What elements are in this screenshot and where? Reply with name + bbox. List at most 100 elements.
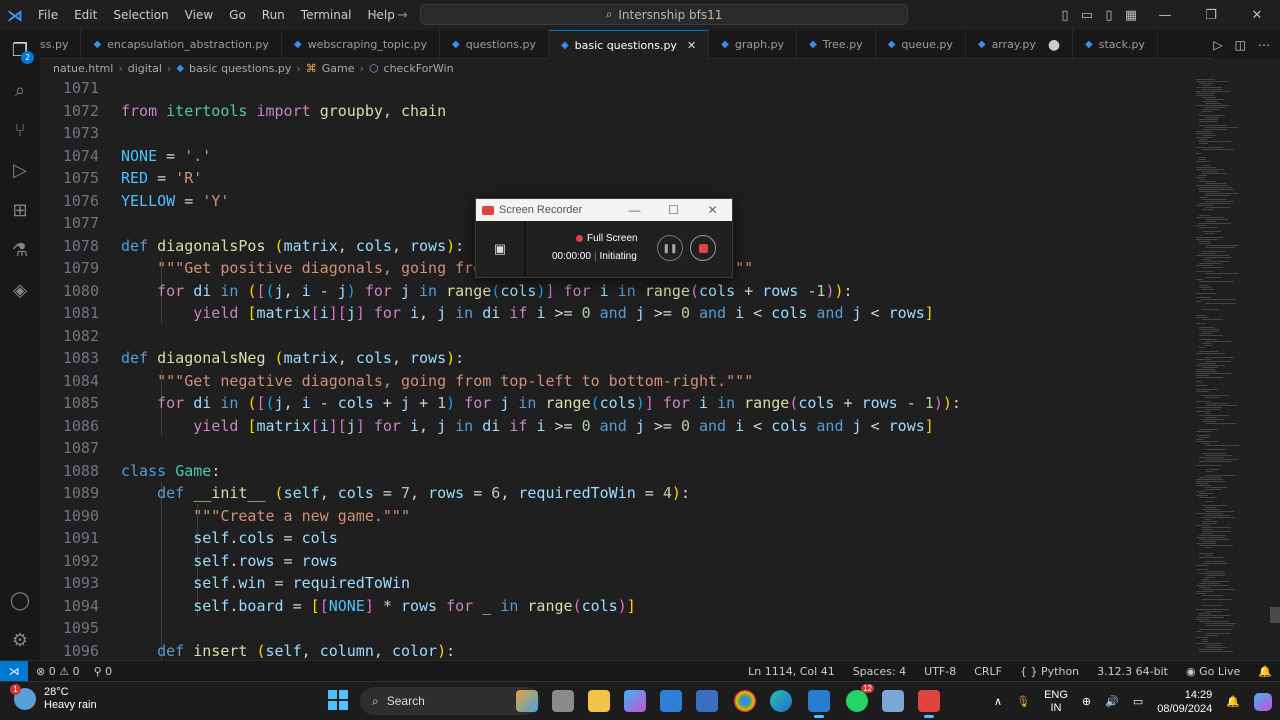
line-number: 1073 [62,124,99,142]
mail-icon[interactable] [660,690,682,712]
whatsapp-icon[interactable]: 12 [846,684,874,712]
go-live-button[interactable]: ◉ Go Live [1186,665,1240,678]
accounts-icon[interactable]: ◯ [0,580,40,620]
pause-button[interactable]: ❚❚ [657,235,683,261]
source-control-icon[interactable]: ⑂ [0,110,40,150]
start-button[interactable] [328,690,348,710]
toggle-panel-icon[interactable]: ▭ [1076,8,1098,23]
problems-indicator[interactable]: ⊗ 0 ⚠ 0 [36,665,80,678]
minimap-line [1199,363,1216,364]
restore-icon[interactable]: ❐ [1188,8,1234,23]
input-language[interactable]: ENG IN [1044,689,1068,715]
tab-stack[interactable]: ◆ stack.py [1073,30,1158,59]
open-folder-icon[interactable]: ▣ [476,221,526,277]
network-icon[interactable]: ⊕ [1082,695,1091,708]
back-arrow-icon[interactable]: ← [372,8,383,23]
tab-graph[interactable]: ◆ graph.py [709,30,798,59]
testing-icon[interactable]: ⚗ [0,230,40,270]
language-mode[interactable]: { } Python [1020,665,1079,678]
chrome-icon[interactable] [734,690,756,712]
encoding[interactable]: UTF-8 [924,665,956,678]
toggle-primary-sidebar-icon[interactable]: ▯ [1054,8,1076,23]
menu-go[interactable]: Go [221,0,254,30]
minimap-line [1205,625,1234,626]
python-icon[interactable]: ◈ [0,270,40,310]
breadcrumb-item[interactable]: basic questions.py [189,62,291,75]
vscode-taskbar-icon[interactable] [808,690,830,718]
notification-bell-icon[interactable]: 🔔 [1226,695,1240,708]
store-icon[interactable] [696,690,718,712]
minimap-line [1205,397,1220,398]
menu-file[interactable]: File [30,0,66,30]
toggle-secondary-sidebar-icon[interactable]: ▯ [1098,8,1120,23]
breadcrumb-item[interactable]: digital [128,62,162,75]
forward-arrow-icon[interactable]: → [397,8,408,23]
customize-layout-icon[interactable]: ▦ [1120,8,1142,23]
menu-selection[interactable]: Selection [105,0,176,30]
ports-indicator[interactable]: ⚲ 0 [94,665,113,678]
tab-encapsulation-abstraction[interactable]: ◆ encapsulation_abstraction.py [81,30,282,59]
minimap-line [1196,147,1223,148]
minimap-line [1199,241,1211,242]
taskbar-search[interactable]: ⌕ Search [360,687,540,715]
recording-mode[interactable]: Full Screen [576,233,638,244]
menu-view[interactable]: View [177,0,221,30]
command-center-search[interactable]: ⌕ Intersnship bfs11 [420,4,908,25]
tab-questions[interactable]: ◆ questions.py [440,30,549,59]
battery-icon[interactable]: ▭ [1133,695,1143,708]
breadcrumb-item[interactable]: Game [322,62,355,75]
widgets-icon[interactable] [516,690,538,712]
copilot-tray-icon[interactable] [1254,692,1272,711]
minimap[interactable] [1190,77,1280,660]
copilot-icon[interactable] [624,690,646,712]
stop-button[interactable] [690,235,716,261]
code-editor[interactable]: 1071 1072 from itertools import groupby, … [40,77,1190,660]
minimap-line [1202,521,1218,522]
run-debug-icon[interactable]: ▷ [0,150,40,190]
close-icon[interactable]: ✕ [693,203,732,217]
edge-icon[interactable] [770,690,792,712]
python-interpreter[interactable]: 3.12.3 64-bit [1097,665,1168,678]
microphone-icon[interactable]: 🎙 [1016,695,1030,708]
clock[interactable]: 14:29 08/09/2024 [1157,688,1212,716]
close-icon[interactable]: ✕ [1234,8,1280,23]
search-icon[interactable]: ⌕ [0,70,40,110]
line-ending[interactable]: CRLF [974,665,1002,678]
weather-widget[interactable]: 1 28°C Heavy rain [10,684,97,712]
explorer-icon[interactable]: ❐ 2 [0,30,40,70]
tab-ss[interactable]: ss.py [40,30,82,59]
tab-close-icon[interactable]: ✕ [687,39,696,52]
more-actions-icon[interactable]: ⋯ [1258,38,1270,52]
breadcrumb-item[interactable]: natue.html [53,62,113,75]
tab-basic-questions[interactable]: ◆ basic questions.py ✕ [548,30,710,59]
screen-recorder-taskbar-icon[interactable] [918,690,940,718]
run-python-icon[interactable]: ▷ [1213,38,1222,52]
extensions-icon[interactable]: ⊞ [0,190,40,230]
cursor-position[interactable]: Ln 1114, Col 41 [748,665,835,678]
show-hidden-icons-icon[interactable]: ∧ [994,695,1002,708]
scrollbar-thumb[interactable] [1270,607,1280,623]
notifications-bell-icon[interactable]: 🔔 [1258,665,1272,678]
minimize-icon[interactable]: — [1142,8,1188,23]
menu-terminal[interactable]: Terminal [293,0,360,30]
tab-webscraping-topic[interactable]: ◆ webscraping_topic.py [282,30,440,59]
file-explorer-icon[interactable] [588,690,610,712]
split-editor-icon[interactable]: ◫ [1235,38,1246,52]
volume-icon[interactable]: 🔊 [1105,695,1119,708]
menu-run[interactable]: Run [254,0,293,30]
minimize-icon[interactable]: — [615,203,654,217]
indentation[interactable]: Spaces: 4 [853,665,906,678]
tab-array[interactable]: ◆ array.py ● [966,30,1074,59]
minimap-line [1202,259,1211,260]
menu-edit[interactable]: Edit [66,0,105,30]
status-bar: ⋊ ⊗ 0 ⚠ 0 ⚲ 0 Ln 1114, Col 41 Spaces: 4 … [0,660,1280,682]
settings-gear-icon[interactable]: ⚙ [0,620,40,660]
task-view-icon[interactable] [552,690,574,712]
line-number: 1080 [62,281,99,300]
notepad-icon[interactable] [882,690,904,712]
tab-tree[interactable]: ◆ Tree.py [797,30,876,59]
remote-indicator-icon[interactable]: ⋊ [0,660,28,682]
maximize-icon[interactable]: ☐ [654,203,693,217]
tab-queue[interactable]: ◆ queue.py [876,30,966,59]
breadcrumb-item[interactable]: checkForWin [384,62,454,75]
